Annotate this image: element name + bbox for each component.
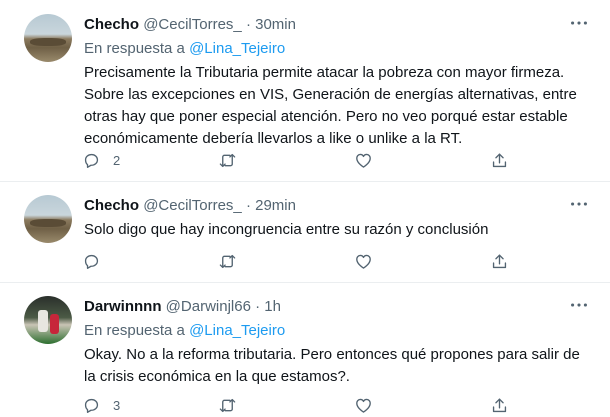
share-button[interactable] bbox=[490, 393, 509, 417]
more-options-icon[interactable] bbox=[568, 294, 590, 316]
share-button[interactable] bbox=[490, 249, 509, 273]
reply-prefix: En respuesta a bbox=[84, 322, 185, 339]
tweet-header: Checho @CecilTorres_ · 30min bbox=[84, 16, 296, 33]
retweet-button[interactable] bbox=[218, 148, 249, 172]
timestamp[interactable]: 1h bbox=[264, 298, 281, 315]
retweet-icon bbox=[219, 254, 236, 268]
avatar[interactable] bbox=[24, 195, 72, 243]
reply-button[interactable]: 3 bbox=[82, 393, 120, 417]
avatar[interactable] bbox=[24, 14, 72, 62]
reply-mention-link[interactable]: @Lina_Tejeiro bbox=[189, 322, 285, 339]
user-handle[interactable]: @Darwinjl66 bbox=[166, 298, 251, 315]
tweet-text-line: Okay. No a la reforma tributaria. Pero e… bbox=[84, 346, 580, 363]
reply-context: En respuesta a @Lina_Tejeiro bbox=[84, 40, 285, 57]
tweet[interactable]: Darwinnnn @Darwinjl66 · 1h En respuesta … bbox=[0, 282, 610, 413]
tweet-text-line: Sobre las excepciones en VIS, Generación… bbox=[84, 86, 577, 103]
reply-button[interactable] bbox=[82, 249, 113, 273]
tweet-actions bbox=[76, 249, 516, 273]
tweet-header: Checho @CecilTorres_ · 29min bbox=[84, 197, 296, 214]
more-options-icon[interactable] bbox=[568, 193, 590, 215]
retweet-button[interactable] bbox=[218, 249, 249, 273]
tweet-text-line: Precisamente la Tributaria permite ataca… bbox=[84, 64, 565, 81]
like-button[interactable] bbox=[354, 148, 385, 172]
tweet-text: Okay. No a la reforma tributaria. Pero e… bbox=[84, 344, 584, 388]
tweet-header: Darwinnnn @Darwinjl66 · 1h bbox=[84, 298, 281, 315]
more-options-icon[interactable] bbox=[568, 12, 590, 34]
tweet-text-line: económicamente debería llevarlos a like … bbox=[84, 130, 463, 147]
display-name[interactable]: Checho bbox=[84, 16, 139, 33]
retweet-icon bbox=[219, 153, 236, 167]
separator: · bbox=[255, 298, 261, 315]
reply-count: 2 bbox=[113, 152, 121, 168]
reply-mention-link[interactable]: @Lina_Tejeiro bbox=[189, 40, 285, 57]
tweet[interactable]: Checho @CecilTorres_ · 30min En respuest… bbox=[0, 0, 610, 181]
share-icon bbox=[492, 253, 507, 268]
comment-icon bbox=[84, 254, 99, 269]
tweet-actions: 2 bbox=[76, 148, 516, 172]
display-name[interactable]: Darwinnnn bbox=[84, 298, 162, 315]
reply-context: En respuesta a @Lina_Tejeiro bbox=[84, 322, 285, 339]
reply-prefix: En respuesta a bbox=[84, 40, 185, 57]
like-button[interactable] bbox=[354, 249, 385, 273]
reply-count: 3 bbox=[113, 397, 121, 413]
reply-button[interactable]: 2 bbox=[82, 148, 120, 172]
heart-icon bbox=[356, 254, 371, 269]
tweet-text: Precisamente la Tributaria permite ataca… bbox=[84, 62, 584, 150]
share-button[interactable] bbox=[490, 148, 509, 172]
user-handle[interactable]: @CecilTorres_ bbox=[143, 16, 242, 33]
separator: · bbox=[245, 197, 251, 214]
retweet-button[interactable] bbox=[218, 393, 249, 417]
tweet-text-line: otras hay que poner especial atención. P… bbox=[84, 108, 568, 125]
display-name[interactable]: Checho bbox=[84, 197, 139, 214]
heart-icon bbox=[356, 153, 371, 168]
like-button[interactable] bbox=[354, 393, 385, 417]
avatar[interactable] bbox=[24, 296, 72, 344]
share-icon bbox=[492, 152, 507, 167]
comment-icon bbox=[84, 153, 99, 168]
tweet-text-line: la crisis económica en la que estamos?. bbox=[84, 368, 350, 385]
tweet-text-line: Solo digo que hay incongruencia entre su… bbox=[84, 221, 489, 238]
tweet-text: Solo digo que hay incongruencia entre su… bbox=[84, 219, 584, 241]
user-handle[interactable]: @CecilTorres_ bbox=[143, 197, 242, 214]
separator: · bbox=[245, 16, 251, 33]
timestamp[interactable]: 29min bbox=[255, 197, 296, 214]
tweet-actions: 3 bbox=[76, 393, 516, 417]
tweet[interactable]: Checho @CecilTorres_ · 29min Solo digo q… bbox=[0, 181, 610, 283]
timestamp[interactable]: 30min bbox=[255, 16, 296, 33]
